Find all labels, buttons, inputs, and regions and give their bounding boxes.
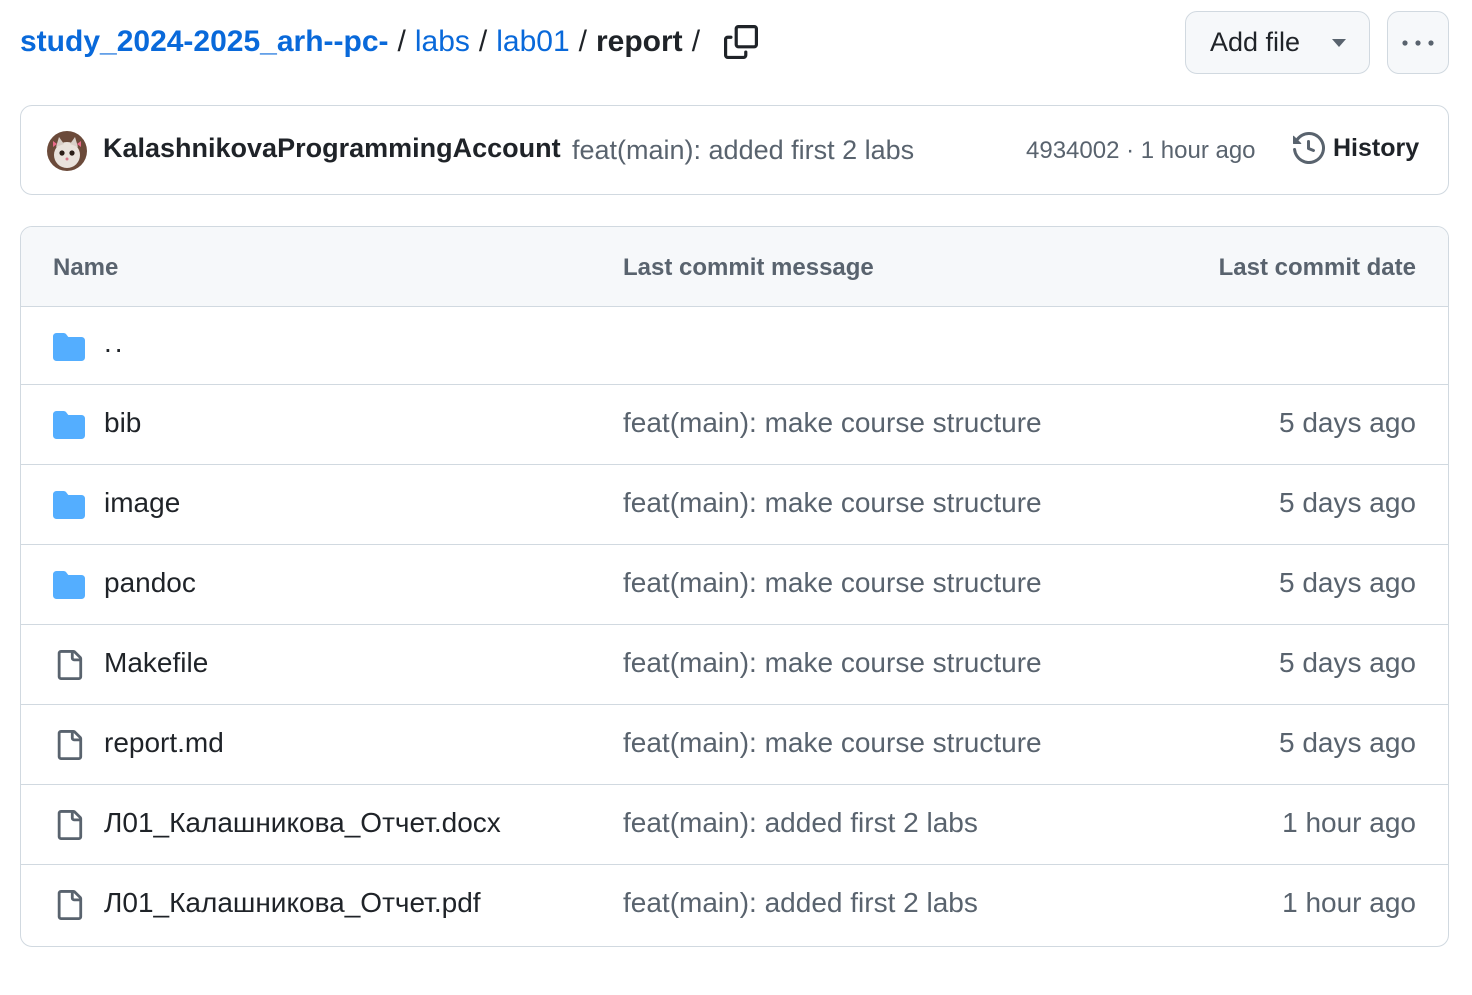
folder-icon [53,411,85,439]
column-header-date: Last commit date [1218,254,1416,281]
breadcrumb-lab01-link[interactable]: lab01 [496,22,569,62]
breadcrumb-current: report [596,25,683,58]
history-button[interactable]: History [1293,132,1419,164]
commit-author-link[interactable]: KalashnikovaProgrammingAccount [103,133,561,164]
more-options-button[interactable] [1387,11,1449,74]
file-name-link[interactable]: pandoc [104,567,196,599]
add-file-button[interactable]: Add file [1185,11,1370,74]
commit-date: 1 hour ago [1282,887,1416,918]
file-icon [57,810,83,840]
file-name-link[interactable]: Л01_Калашникова_Отчет.pdf [104,887,481,919]
commit-message-link[interactable]: feat(main): make course structure [623,727,1042,759]
breadcrumb-separator: / [578,25,587,58]
commit-message-link[interactable]: feat(main): added first 2 labs [572,135,914,166]
commit-message-link[interactable]: feat(main): make course structure [623,487,1042,519]
table-row[interactable]: pandoc feat(main): make course structure 5… [21,545,1448,625]
file-name-link[interactable]: image [104,487,180,519]
breadcrumb-separator: / [397,25,406,58]
column-header-message: Last commit message [623,254,874,281]
commit-date: 5 days ago [1279,647,1416,678]
commit-date: 5 days ago [1279,487,1416,518]
file-name-link[interactable]: bib [104,407,141,439]
triangle-down-icon [1332,39,1346,47]
table-row[interactable]: bib feat(main): make course structure 5 da… [21,385,1448,465]
file-table: Name Last commit message Last commit dat… [20,226,1449,947]
file-icon [57,890,83,920]
commit-date: 1 hour ago [1282,807,1416,838]
breadcrumb-separator: / [478,25,488,58]
page-header: study_2024-2025_arh--pc- / labs / lab01 … [20,10,1449,76]
file-name-link[interactable]: report.md [104,727,224,759]
breadcrumb: study_2024-2025_arh--pc- / labs / lab01 … [20,22,759,62]
commit-message-link[interactable]: feat(main): make course structure [623,407,1042,439]
commit-hash-time[interactable]: 4934002 · 1 hour ago [1026,137,1256,165]
folder-icon [53,571,85,599]
avatar[interactable] [47,131,87,171]
file-name-link[interactable]: Л01_Калашникова_Отчет.docx [104,807,501,839]
commit-date: 5 days ago [1279,727,1416,758]
commit-date: 5 days ago [1279,407,1416,438]
column-header-name: Name [53,254,119,281]
commit-message-link[interactable]: feat(main): added first 2 labs [623,807,978,839]
folder-icon [53,333,85,361]
table-row[interactable]: Л01_Калашникова_Отчет.docx feat(main): ad… [21,785,1448,865]
cat-avatar-icon [47,131,87,171]
commit-message-link[interactable]: feat(main): added first 2 labs [623,887,978,919]
folder-icon [53,491,85,519]
breadcrumb-repo-link[interactable]: study_2024-2025_arh--pc- [20,22,389,62]
commit-date: 5 days ago [1279,567,1416,598]
table-row[interactable]: Makefile feat(main): make course structur… [21,625,1448,705]
file-name-link[interactable]: Makefile [104,647,208,679]
kebab-horizontal-icon [1402,39,1434,46]
table-row[interactable]: image feat(main): make course structure 5 … [21,465,1448,545]
breadcrumb-separator: / [691,25,701,58]
parent-directory-row[interactable]: .. [21,307,1448,385]
copy-path-button[interactable] [723,24,759,60]
latest-commit-box: KalashnikovaProgrammingAccount feat(main… [20,105,1449,195]
add-file-label: Add file [1210,27,1301,57]
history-icon [1293,132,1325,164]
table-row[interactable]: report.md feat(main): make course structu… [21,705,1448,785]
commit-message-link[interactable]: feat(main): make course structure [623,647,1042,679]
table-header: Name Last commit message Last commit dat… [21,227,1448,307]
commit-message-link[interactable]: feat(main): make course structure [623,567,1042,599]
table-row[interactable]: Л01_Калашникова_Отчет.pdf feat(main): add… [21,865,1448,945]
history-label: History [1333,133,1420,162]
breadcrumb-labs-link[interactable]: labs [415,22,470,62]
file-icon [57,730,83,760]
file-icon [57,650,83,680]
copy-icon [724,25,759,59]
parent-directory-link[interactable]: .. [104,327,126,359]
